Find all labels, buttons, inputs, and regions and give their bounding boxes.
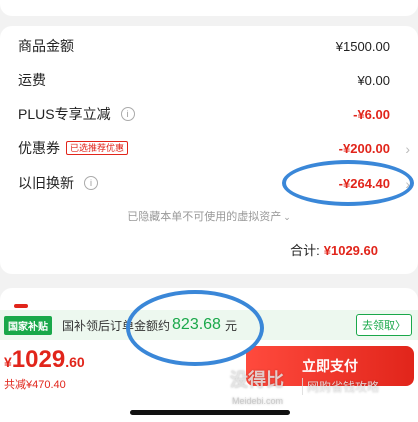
summary-row-trade-in[interactable]: 以旧换新 i -¥264.40 ›	[18, 171, 410, 195]
chevron-right-icon[interactable]: ›	[405, 141, 410, 157]
chevron-right-icon[interactable]: ›	[405, 176, 410, 192]
order-total: 合计: ¥1029.60	[290, 240, 378, 259]
shipping-value: ¥0.00	[357, 72, 390, 88]
goods-amount-label: 商品金额	[18, 38, 74, 54]
coupon-recommended-tag: 已选推荐优惠	[66, 141, 129, 155]
watermark-url: Meidebi.com	[232, 396, 284, 406]
plus-discount-value: -¥6.00	[353, 106, 390, 122]
shipping-label: 运费	[18, 72, 46, 88]
watermark-logo: 没得比	[230, 370, 284, 390]
total-label: 合计:	[290, 243, 320, 258]
info-icon[interactable]: i	[84, 176, 98, 190]
claim-subsidy-button[interactable]: 去领取〉	[356, 314, 412, 336]
total-value: ¥1029.60	[323, 243, 378, 258]
total-saved: 共减¥470.40	[4, 379, 66, 391]
summary-row-coupon[interactable]: 优惠券 已选推荐优惠 -¥200.00 ›	[18, 136, 410, 160]
final-price-block: ¥1029.60 共减¥470.40	[4, 346, 85, 392]
trade-in-value: -¥264.40	[338, 175, 390, 191]
price-currency: ¥	[4, 354, 12, 370]
price-decimal: .60	[65, 354, 85, 370]
section-accent-mark	[14, 304, 28, 308]
national-subsidy-badge: 国家补贴	[4, 315, 52, 335]
coupon-value: -¥200.00	[338, 140, 390, 156]
chevron-down-icon: ⌄	[283, 212, 291, 222]
hidden-note-text: 已隐藏本单不可使用的虚拟资产	[127, 211, 282, 223]
summary-row-shipping: 运费 ¥0.00	[18, 68, 390, 92]
info-icon[interactable]: i	[120, 107, 135, 121]
watermark-slogan: 网购省钱攻略	[302, 378, 379, 395]
coupon-label: 优惠券	[18, 140, 60, 156]
order-summary-card: 商品金额 ¥1500.00 运费 ¥0.00 PLUS专享立减 i -¥6.00…	[0, 26, 418, 274]
checkout-page: 商品金额 ¥1500.00 运费 ¥0.00 PLUS专享立减 i -¥6.00…	[0, 0, 418, 422]
national-subsidy-bar: 国家补贴 国补领后订单金额约 823.68 元 去领取〉	[0, 310, 418, 340]
watermark: 没得比 网购省钱攻略 Meidebi.com	[230, 366, 416, 412]
subsidy-description: 国补领后订单金额约	[62, 318, 171, 333]
trade-in-label: 以旧换新	[18, 175, 74, 191]
subsidy-unit: 元	[224, 318, 237, 333]
hidden-virtual-assets-toggle[interactable]: 已隐藏本单不可使用的虚拟资产 ⌄	[0, 208, 418, 224]
plus-discount-label: PLUS专享立减	[18, 106, 111, 122]
summary-row-plus-discount: PLUS专享立减 i -¥6.00	[18, 102, 390, 126]
price-integer: 1029	[11, 346, 66, 373]
final-price: ¥1029.60	[4, 346, 85, 374]
subsidy-amount: 823.68	[172, 316, 221, 333]
previous-section-card	[0, 0, 418, 16]
goods-amount-value: ¥1500.00	[335, 38, 390, 54]
summary-row-goods-amount: 商品金额 ¥1500.00	[18, 34, 390, 58]
